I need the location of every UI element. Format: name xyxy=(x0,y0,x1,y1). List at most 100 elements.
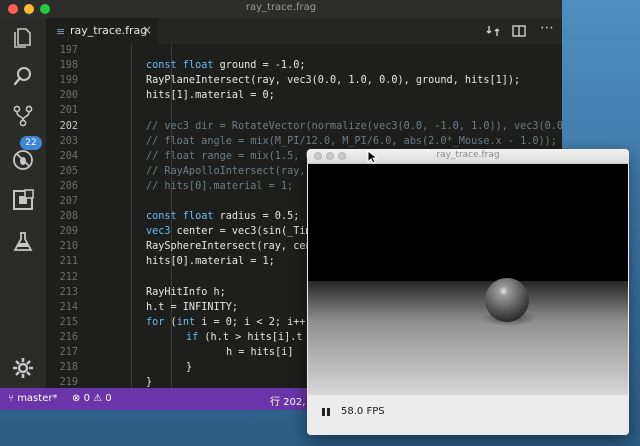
line-number: 216 xyxy=(59,331,78,343)
code-text: RayPlaneIntersect(ray, vec3(0.0, 1.0, 0.… xyxy=(146,75,520,86)
line-number: 199 xyxy=(59,75,78,87)
code-token: (h.t > hits[i].t xyxy=(198,331,303,343)
code-token: radius = 0.5; xyxy=(213,211,300,223)
code-token: } xyxy=(146,377,153,388)
warning-count: 0 xyxy=(105,393,112,404)
code-token: RaySphereIntersect(ray, cen xyxy=(146,241,312,253)
close-tab-icon[interactable]: × xyxy=(142,23,152,37)
error-count: 0 xyxy=(83,393,90,404)
line-number: 204 xyxy=(59,150,78,162)
code-text: // RayApolloIntersect(ray, xyxy=(146,166,305,177)
code-line: 201 xyxy=(46,105,562,120)
code-keyword: const float xyxy=(146,211,214,223)
code-text: } xyxy=(186,362,192,373)
code-text: // hits[0].material = 1; xyxy=(146,181,293,192)
window-title: ray_trace.frag xyxy=(245,2,317,13)
vscode-titlebar: ray_trace.frag xyxy=(0,0,562,18)
compare-changes-icon[interactable] xyxy=(486,24,500,38)
code-text: const float radius = 0.5; xyxy=(146,211,299,222)
code-text: // float angle = mix(M_PI/12.0, M_PI/6.0… xyxy=(146,136,557,147)
shader-render-canvas[interactable] xyxy=(308,164,628,395)
code-text: // float range = mix(1.5, 0 xyxy=(146,151,312,162)
code-token: RayPlaneIntersect(ray, vec3(0.0, 1.0, 0.… xyxy=(146,75,521,87)
code-text: h = hits[i] xyxy=(226,347,293,358)
more-actions-icon[interactable]: ⋯ xyxy=(540,20,554,36)
line-number: 213 xyxy=(59,286,78,298)
line-number: 219 xyxy=(59,377,78,388)
line-number: 201 xyxy=(59,105,78,117)
cursor-position[interactable]: 行 202, xyxy=(270,393,305,408)
pause-icon[interactable] xyxy=(321,407,331,417)
branch-icon: ⑂ xyxy=(8,393,14,404)
code-keyword: vec3 xyxy=(146,226,171,238)
code-text: RaySphereIntersect(ray, cen xyxy=(146,241,312,252)
code-line: 202 // vec3 dir = RotateVector(normalize(… xyxy=(46,121,562,136)
line-number: 212 xyxy=(59,271,78,283)
problems-indicator[interactable]: ⊗ 0 ⚠ 0 xyxy=(72,393,112,404)
code-keyword: for xyxy=(146,316,165,328)
error-icon: ⊗ xyxy=(72,393,81,404)
tab-label: ray_trace.frag xyxy=(70,24,148,37)
code-keyword: if xyxy=(186,331,199,343)
line-number: 210 xyxy=(59,241,78,253)
line-number: 198 xyxy=(59,60,78,72)
code-line: 200 hits[1].material = 0; xyxy=(46,90,562,105)
line-number: 206 xyxy=(59,180,78,192)
code-line: 198 const float ground = -1.0; xyxy=(46,60,562,75)
code-text: vec3 center = vec3(sin(_Tim xyxy=(146,226,312,237)
code-line: 197 xyxy=(46,45,562,60)
tab-ray-trace-frag[interactable]: ≡ ray_trace.frag × xyxy=(46,18,158,44)
split-editor-icon[interactable] xyxy=(512,24,526,38)
code-comment: // float angle = mix(M_PI/12.0, M_PI/6.0… xyxy=(146,135,557,147)
shader-titlebar: ray_trace.frag xyxy=(307,149,629,164)
extensions-icon[interactable] xyxy=(11,188,35,212)
code-token: hits[0].material = 1; xyxy=(146,256,275,268)
code-keyword: const float xyxy=(146,60,214,72)
debug-icon[interactable] xyxy=(11,148,35,172)
line-number: 209 xyxy=(59,226,78,238)
code-comment: // hits[0].material = 1; xyxy=(146,180,294,192)
code-text: const float ground = -1.0; xyxy=(146,60,305,71)
code-comment: // RayApolloIntersect(ray, xyxy=(146,165,306,177)
code-token: h.t = INFINITY; xyxy=(146,301,239,313)
code-text: } xyxy=(146,377,152,388)
code-text: RayHitInfo h; xyxy=(146,287,226,298)
code-text: h.t = INFINITY; xyxy=(146,302,238,313)
code-token: center = vec3(sin(_Tim xyxy=(170,226,312,238)
shader-window-title: ray_trace.frag xyxy=(436,150,500,160)
file-type-icon: ≡ xyxy=(56,25,66,38)
editor-tab-bar: ≡ ray_trace.frag × ⋯ xyxy=(46,18,562,44)
code-comment: // vec3 dir = RotateVector(normalize(vec… xyxy=(146,120,562,132)
flask-icon[interactable] xyxy=(11,230,35,254)
branch-name: master* xyxy=(17,393,58,404)
line-number: 217 xyxy=(59,347,78,358)
line-number: 203 xyxy=(59,135,78,147)
playback-controls: 58.0 FPS xyxy=(307,395,629,435)
files-icon[interactable] xyxy=(11,26,35,50)
line-number: 211 xyxy=(59,256,78,268)
source-control-icon[interactable] xyxy=(11,104,35,128)
code-text: hits[0].material = 1; xyxy=(146,256,275,267)
line-number: 215 xyxy=(59,316,78,328)
rendered-sphere xyxy=(485,278,529,322)
line-number: 205 xyxy=(59,165,78,177)
code-text: hits[1].material = 0; xyxy=(146,90,275,101)
activity-bar: 22 xyxy=(0,18,46,388)
shader-preview-window: ray_trace.frag 58.0 FPS xyxy=(307,149,629,435)
code-keyword: int xyxy=(176,316,196,328)
code-token: ground = -1.0; xyxy=(213,60,306,72)
gear-icon[interactable] xyxy=(11,356,35,380)
code-token: RayHitInfo h; xyxy=(146,286,226,298)
branch-indicator[interactable]: ⑂ master* xyxy=(8,393,57,404)
render-floor xyxy=(308,281,628,395)
line-number: 208 xyxy=(59,211,78,223)
line-number: 218 xyxy=(59,362,78,374)
line-number: 197 xyxy=(59,45,78,56)
code-text: for (int i = 0; i < 2; i++) xyxy=(146,317,312,328)
line-number: 202 xyxy=(59,120,78,132)
code-comment: // float range = mix(1.5, 0 xyxy=(146,150,312,162)
fps-readout: 58.0 FPS xyxy=(341,406,385,417)
line-number: 207 xyxy=(59,196,78,207)
code-text: if (h.t > hits[i].t xyxy=(186,332,303,343)
search-icon[interactable] xyxy=(11,64,35,88)
